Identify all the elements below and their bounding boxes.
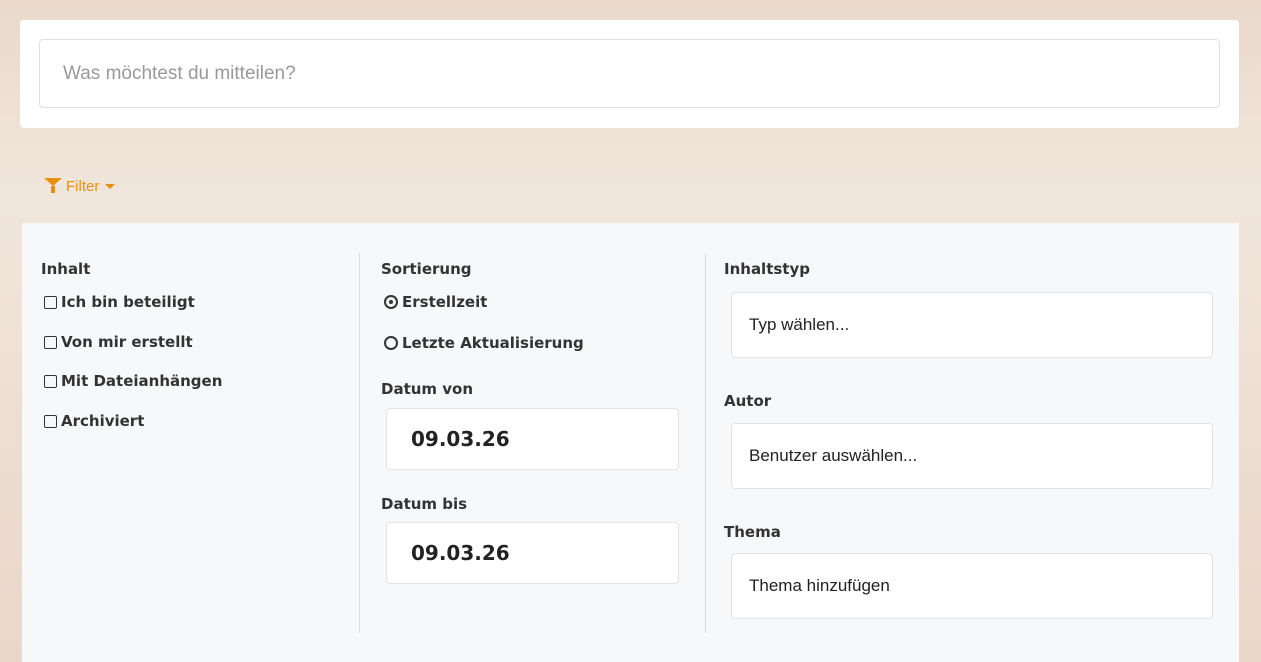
date-to-input[interactable]: 09.03.26 (386, 522, 679, 584)
checkbox-label: Von mir erstellt (61, 333, 193, 351)
radio-last-update[interactable]: Letzte Aktualisierung (384, 334, 584, 352)
checkbox-involved[interactable]: Ich bin beteiligt (44, 293, 195, 311)
filter-label: Filter (66, 177, 100, 195)
content-type-heading: Inhaltstyp (724, 260, 810, 278)
checkbox-icon[interactable] (44, 335, 57, 349)
content-heading: Inhalt (41, 260, 91, 278)
topic-heading: Thema (724, 523, 781, 541)
author-select[interactable]: Benutzer auswählen... (731, 423, 1213, 489)
checkbox-icon[interactable] (44, 414, 57, 428)
funnel-icon (44, 178, 62, 193)
post-input[interactable]: Was möchtest du mitteilen? (39, 39, 1220, 108)
checkbox-icon[interactable] (44, 295, 57, 309)
sorting-heading: Sortierung (381, 260, 472, 278)
checkbox-archived[interactable]: Archiviert (44, 412, 144, 430)
post-composer: Was möchtest du mitteilen? (20, 20, 1239, 128)
date-from-input[interactable]: 09.03.26 (386, 408, 679, 470)
radio-label: Letzte Aktualisierung (402, 334, 584, 352)
date-to-label: Datum bis (381, 495, 468, 513)
caret-down-icon (105, 183, 116, 189)
date-from-label: Datum von (381, 380, 474, 398)
checkbox-label: Archiviert (61, 412, 145, 430)
checkbox-label: Mit Dateianhängen (61, 372, 223, 390)
radio-icon[interactable] (384, 336, 398, 350)
topic-input[interactable]: Thema hinzufügen (731, 553, 1213, 619)
checkbox-created-by-me[interactable]: Von mir erstellt (44, 333, 193, 351)
column-divider (359, 253, 360, 633)
radio-creation-time[interactable]: Erstellzeit (384, 293, 487, 311)
content-type-select[interactable]: Typ wählen... (731, 292, 1213, 358)
checkbox-label: Ich bin beteiligt (61, 293, 195, 311)
author-heading: Autor (724, 392, 772, 410)
filter-panel: Inhalt Ich bin beteiligt Von mir erstell… (22, 223, 1239, 662)
radio-selected-icon[interactable] (384, 295, 398, 309)
filter-toggle[interactable]: Filter (44, 175, 116, 197)
radio-label: Erstellzeit (402, 293, 488, 311)
checkbox-icon[interactable] (44, 374, 57, 388)
checkbox-with-attachments[interactable]: Mit Dateianhängen (44, 372, 222, 390)
column-divider (705, 253, 706, 633)
